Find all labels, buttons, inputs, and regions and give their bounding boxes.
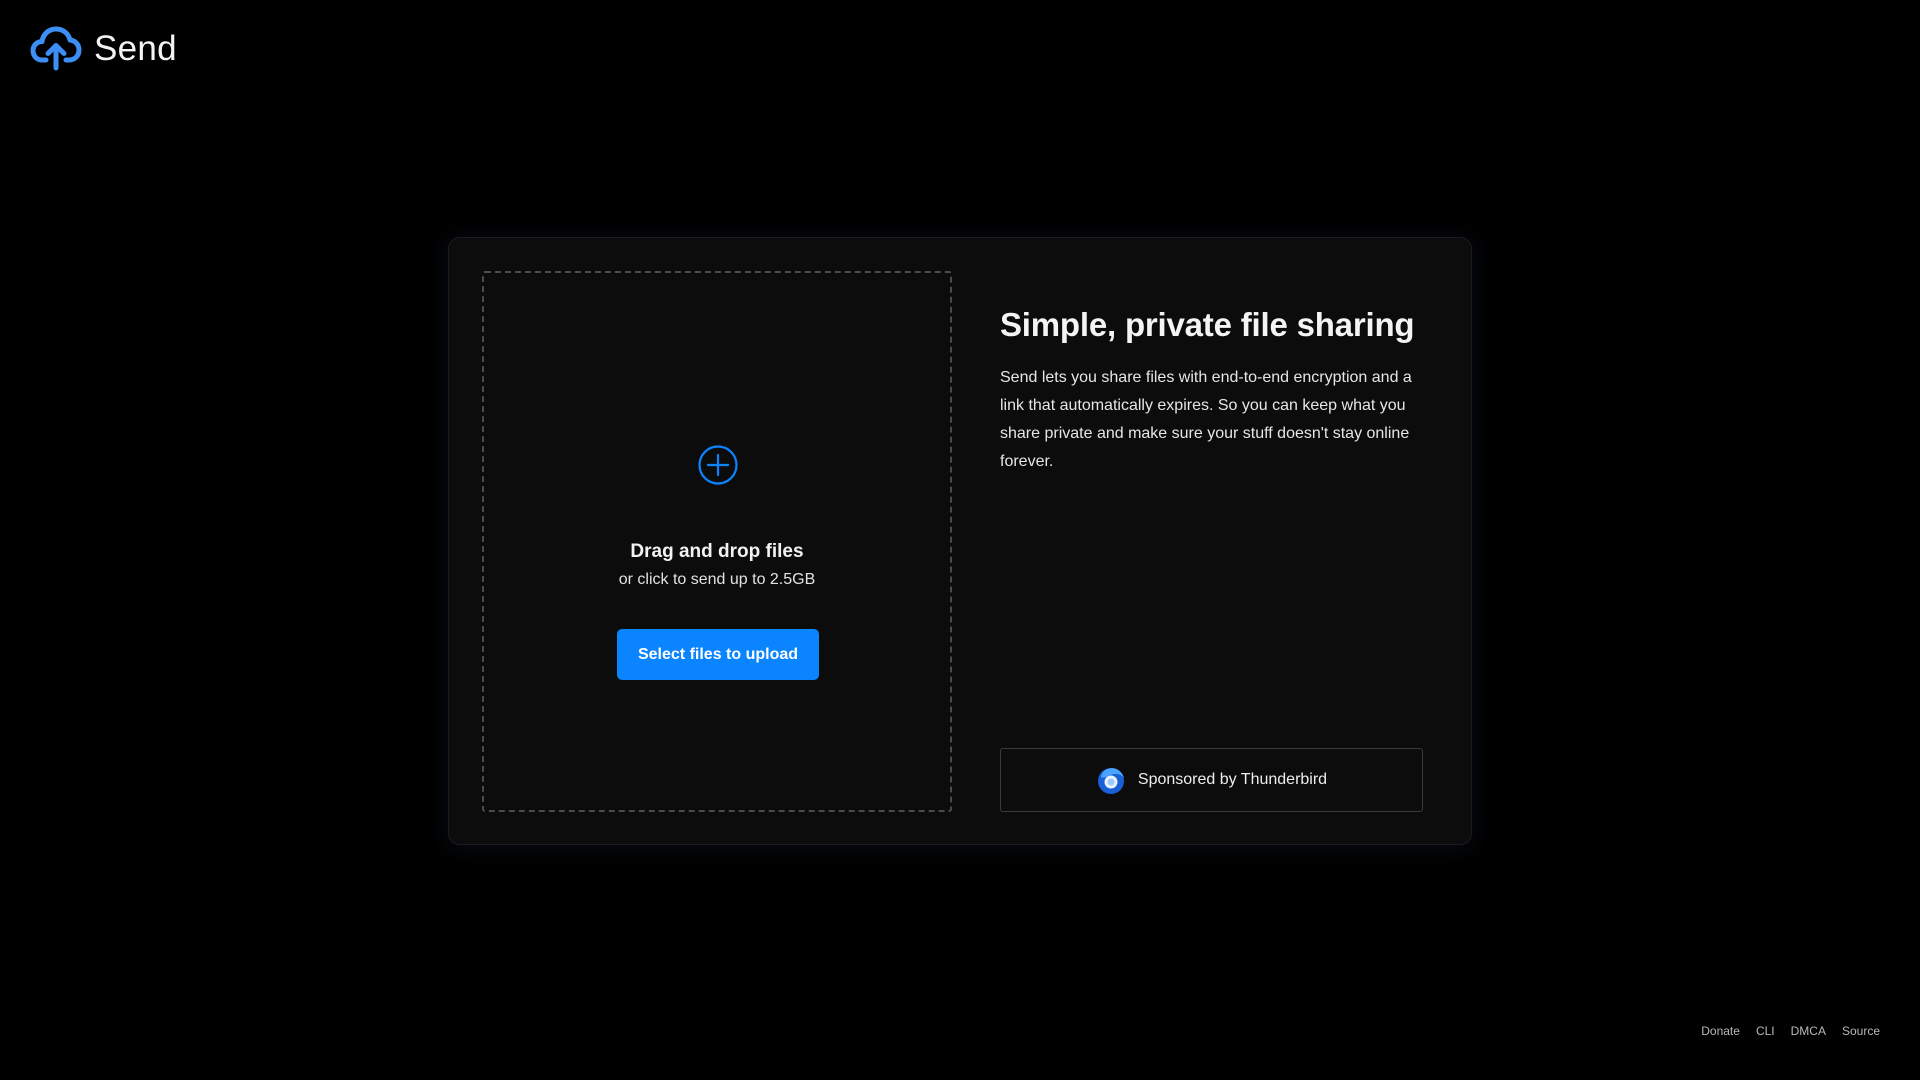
dropzone-subtitle: or click to send up to 2.5GB <box>618 571 816 588</box>
page-title: Simple, private file sharing <box>1000 306 1415 343</box>
select-files-button[interactable]: Select files to upload <box>617 629 819 680</box>
dropzone-title: Drag and drop files <box>630 541 804 562</box>
footer-link-dmca[interactable]: DMCA <box>1791 1024 1826 1038</box>
footer-link-source[interactable]: Source <box>1842 1024 1880 1038</box>
upload-card: Drag and drop files or click to send up … <box>448 237 1472 845</box>
sponsor-link[interactable]: Sponsored by Thunderbird <box>1000 748 1423 812</box>
plus-circle-icon <box>698 445 738 485</box>
description-text: Send lets you share files with end-to-en… <box>1000 369 1412 470</box>
file-dropzone[interactable]: Drag and drop files or click to send up … <box>482 271 952 812</box>
footer-links: Donate CLI DMCA Source <box>1701 1024 1880 1038</box>
cloud-upload-icon <box>30 26 82 71</box>
app-logo-link[interactable]: Send <box>30 24 177 72</box>
footer-link-donate[interactable]: Donate <box>1701 1024 1740 1038</box>
sponsor-label: Sponsored by Thunderbird <box>1137 771 1328 788</box>
footer-link-cli[interactable]: CLI <box>1756 1024 1775 1038</box>
info-panel: Simple, private file sharing Send lets y… <box>1000 306 1430 476</box>
thunderbird-icon <box>1097 768 1124 794</box>
app-name: Send <box>94 28 177 68</box>
